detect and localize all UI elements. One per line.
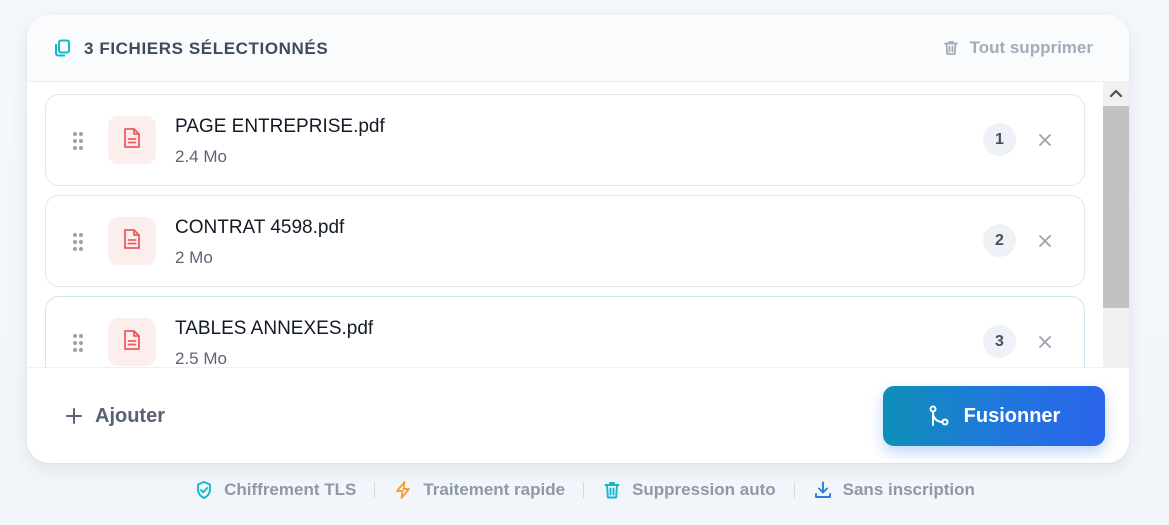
pdf-file-icon-box: [108, 318, 156, 366]
order-badge: 3: [983, 325, 1016, 358]
list-scrollbar[interactable]: [1103, 82, 1129, 382]
scroll-up-button[interactable]: [1103, 82, 1129, 104]
feature-auto-delete: Suppression auto: [602, 479, 776, 501]
card-header: 3 FICHIERS SÉLECTIONNÉS Tout supprimer: [27, 15, 1129, 82]
remove-file-button[interactable]: [1035, 130, 1055, 150]
file-size: 2.5 Mo: [175, 349, 227, 367]
drag-handle-icon[interactable]: [72, 232, 84, 252]
drag-handle-icon[interactable]: [72, 333, 84, 353]
merge-label: Fusionner: [963, 404, 1061, 427]
file-name: TABLES ANNEXES.pdf: [175, 318, 374, 339]
pdf-file-icon: [122, 127, 142, 154]
feature-label: Sans inscription: [842, 480, 975, 499]
close-icon: [1039, 336, 1051, 348]
file-size: 2.4 Mo: [175, 147, 227, 166]
plus-icon: [65, 407, 83, 425]
pdf-file-icon: [122, 329, 142, 356]
feature-divider: [793, 482, 795, 498]
shield-check-icon: [194, 480, 214, 500]
file-name: CONTRAT 4598.pdf: [175, 217, 345, 238]
order-badge: 2: [983, 224, 1016, 257]
file-row[interactable]: PAGE ENTREPRISE.pdf 2.4 Mo 1: [45, 94, 1085, 186]
add-files-button[interactable]: Ajouter: [65, 403, 165, 429]
feature-fast: Traitement rapide: [393, 479, 565, 501]
copy-files-icon: [52, 38, 72, 58]
file-size: 2 Mo: [175, 248, 213, 267]
feature-label: Suppression auto: [632, 480, 776, 499]
selected-files-title: 3 FICHIERS SÉLECTIONNÉS: [84, 39, 329, 58]
git-merge-icon: [928, 405, 950, 427]
card-footer: Ajouter Fusionner: [27, 367, 1129, 463]
pdf-file-icon-box: [108, 217, 156, 265]
scrollbar-thumb[interactable]: [1103, 106, 1129, 308]
remove-file-button[interactable]: [1035, 231, 1055, 251]
feature-label: Traitement rapide: [423, 480, 566, 499]
clear-all-label: Tout supprimer: [969, 38, 1093, 57]
lightning-icon: [393, 480, 413, 500]
feature-no-signup: Sans inscription: [813, 479, 975, 501]
file-name: PAGE ENTREPRISE.pdf: [175, 116, 385, 137]
download-icon: [813, 480, 833, 500]
close-icon: [1039, 134, 1051, 146]
pdf-file-icon-box: [108, 116, 156, 164]
file-row[interactable]: CONTRAT 4598.pdf 2 Mo 2: [45, 195, 1085, 287]
chevron-up-icon: [1109, 89, 1123, 98]
file-list[interactable]: PAGE ENTREPRISE.pdf 2.4 Mo 1 CONTRAT 459…: [27, 82, 1129, 367]
file-merge-card: 3 FICHIERS SÉLECTIONNÉS Tout supprimer P…: [27, 15, 1129, 463]
feature-divider: [583, 482, 585, 498]
merge-button[interactable]: Fusionner: [883, 386, 1105, 446]
trash-icon: [602, 480, 622, 500]
feature-tls: Chiffrement TLS: [194, 479, 356, 501]
close-icon: [1039, 235, 1051, 247]
feature-divider: [374, 482, 376, 498]
drag-handle-icon[interactable]: [72, 131, 84, 151]
page: 3 FICHIERS SÉLECTIONNÉS Tout supprimer P…: [0, 0, 1169, 525]
feature-label: Chiffrement TLS: [224, 480, 357, 499]
pdf-file-icon: [122, 228, 142, 255]
feature-strip: Chiffrement TLS Traitement rapide Suppre…: [0, 477, 1169, 503]
trash-icon: [942, 39, 960, 57]
file-row[interactable]: TABLES ANNEXES.pdf 2.5 Mo 3: [45, 296, 1085, 367]
remove-file-button[interactable]: [1035, 332, 1055, 352]
order-badge: 1: [983, 123, 1016, 156]
clear-all-button[interactable]: Tout supprimer: [942, 37, 1093, 59]
add-files-label: Ajouter: [95, 405, 165, 427]
